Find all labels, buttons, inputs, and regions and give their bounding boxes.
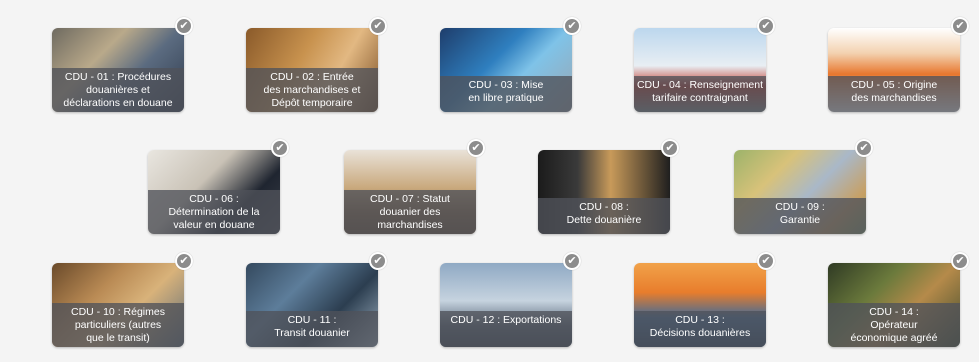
checkmark-icon: ✔ [467, 139, 485, 157]
checkmark-icon: ✔ [175, 252, 193, 270]
module-title: CDU - 04 : Renseignement tarifaire contr… [634, 76, 766, 112]
checkmark-icon: ✔ [757, 252, 775, 270]
module-title: CDU - 07 : Statut douanier des marchandi… [344, 190, 476, 234]
module-card-cdu-01[interactable]: CDU - 01 : Procédures douanières et décl… [52, 28, 184, 112]
module-title: CDU - 06 : Détermination de la valeur en… [148, 190, 280, 234]
checkmark-icon: ✔ [951, 252, 969, 270]
module-card-cdu-06[interactable]: CDU - 06 : Détermination de la valeur en… [148, 150, 280, 234]
module-title: CDU - 09 : Garantie [734, 198, 866, 234]
module-title: CDU - 03 : Mise en libre pratique [440, 76, 572, 112]
module-card-cdu-04[interactable]: CDU - 04 : Renseignement tarifaire contr… [634, 28, 766, 112]
checkmark-icon: ✔ [757, 17, 775, 35]
module-title: CDU - 14 : Opérateur économique agréé [828, 303, 960, 347]
module-card-cdu-07[interactable]: CDU - 07 : Statut douanier des marchandi… [344, 150, 476, 234]
checkmark-icon: ✔ [175, 17, 193, 35]
module-title: CDU - 10 : Régimes particuliers (autres … [52, 303, 184, 347]
module-title: CDU - 12 : Exportations [440, 311, 572, 347]
module-card-cdu-05[interactable]: CDU - 05 : Origine des marchandises [828, 28, 960, 112]
checkmark-icon: ✔ [563, 252, 581, 270]
module-card-cdu-12[interactable]: CDU - 12 : Exportations [440, 263, 572, 347]
checkmark-icon: ✔ [271, 139, 289, 157]
checkmark-icon: ✔ [369, 252, 387, 270]
module-card-cdu-10[interactable]: CDU - 10 : Régimes particuliers (autres … [52, 263, 184, 347]
module-title: CDU - 08 : Dette douanière [538, 198, 670, 234]
module-card-cdu-13[interactable]: CDU - 13 : Décisions douanières [634, 263, 766, 347]
checkmark-icon: ✔ [661, 139, 679, 157]
module-card-cdu-14[interactable]: CDU - 14 : Opérateur économique agréé [828, 263, 960, 347]
module-card-cdu-11[interactable]: CDU - 11 : Transit douanier [246, 263, 378, 347]
module-title: CDU - 11 : Transit douanier [246, 311, 378, 347]
module-title: CDU - 05 : Origine des marchandises [828, 76, 960, 112]
module-card-cdu-09[interactable]: CDU - 09 : Garantie [734, 150, 866, 234]
module-card-cdu-08[interactable]: CDU - 08 : Dette douanière [538, 150, 670, 234]
course-modules-grid: CDU - 01 : Procédures douanières et décl… [0, 0, 979, 362]
module-card-cdu-03[interactable]: CDU - 03 : Mise en libre pratique [440, 28, 572, 112]
checkmark-icon: ✔ [369, 17, 387, 35]
module-title: CDU - 01 : Procédures douanières et décl… [52, 68, 184, 112]
module-title: CDU - 02 : Entrée des marchandises et Dé… [246, 68, 378, 112]
checkmark-icon: ✔ [951, 17, 969, 35]
module-title: CDU - 13 : Décisions douanières [634, 311, 766, 347]
checkmark-icon: ✔ [563, 17, 581, 35]
checkmark-icon: ✔ [855, 139, 873, 157]
module-card-cdu-02[interactable]: CDU - 02 : Entrée des marchandises et Dé… [246, 28, 378, 112]
